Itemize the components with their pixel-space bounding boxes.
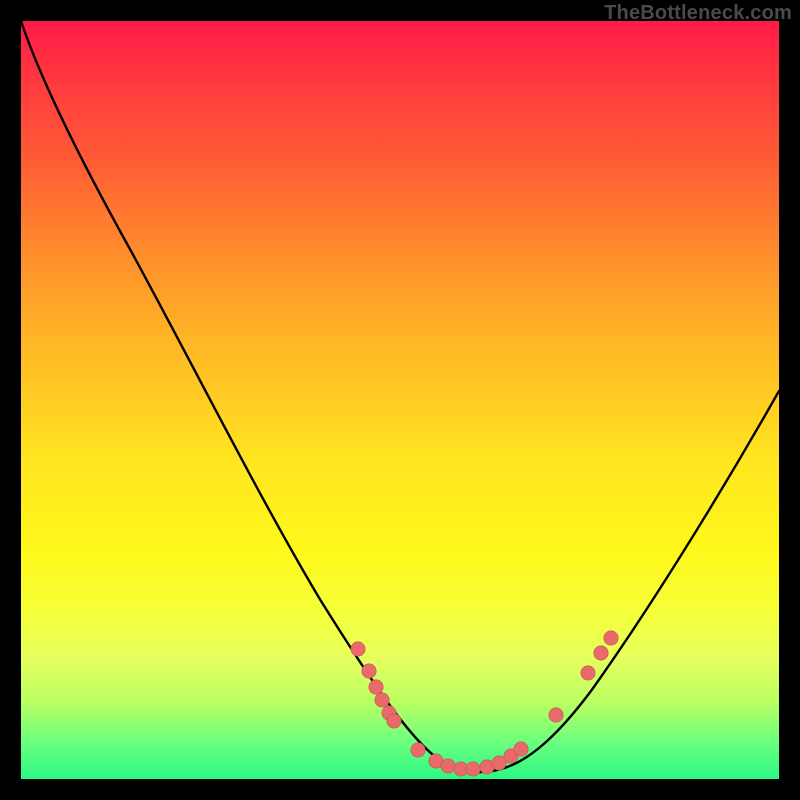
bottleneck-curve [21, 21, 779, 772]
chart-frame: TheBottleneck.com [0, 0, 800, 800]
data-dot [369, 680, 383, 694]
watermark-text: TheBottleneck.com [604, 2, 792, 25]
data-dot [581, 666, 595, 680]
data-dot [375, 693, 389, 707]
data-dot [604, 631, 618, 645]
data-dot [594, 646, 608, 660]
data-dots [351, 631, 618, 776]
data-dot [362, 664, 376, 678]
data-dot [549, 708, 563, 722]
curve-svg [21, 21, 779, 779]
data-dot [514, 742, 528, 756]
data-dot [351, 642, 365, 656]
data-dot [387, 714, 401, 728]
data-dot [466, 762, 480, 776]
plot-area [21, 21, 779, 779]
data-dot [411, 743, 425, 757]
data-dot [441, 759, 455, 773]
